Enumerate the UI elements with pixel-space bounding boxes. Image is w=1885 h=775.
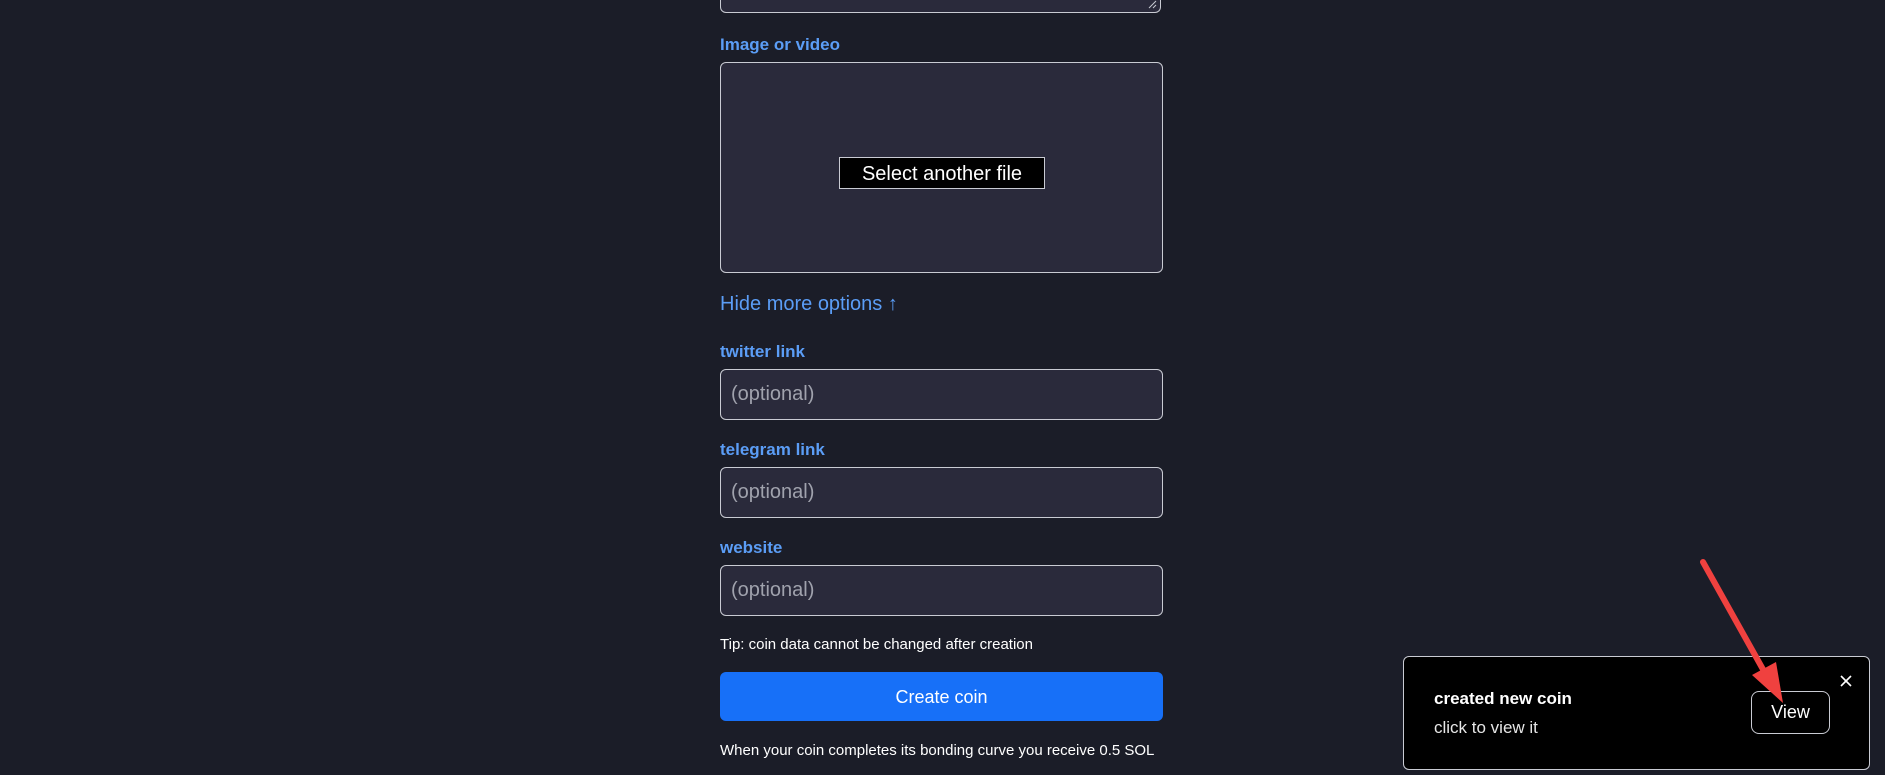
twitter-link-input[interactable] — [720, 369, 1163, 420]
tip-text: Tip: coin data cannot be changed after c… — [720, 636, 1033, 653]
close-icon[interactable] — [1838, 673, 1854, 689]
toast-notification: created new coin click to view it View — [1403, 656, 1870, 770]
select-file-button[interactable]: Select another file — [839, 157, 1045, 189]
description-textarea[interactable] — [720, 0, 1161, 13]
view-button[interactable]: View — [1751, 691, 1830, 734]
media-label: Image or video — [720, 35, 840, 54]
toast-subtitle: click to view it — [1434, 718, 1538, 737]
telegram-link-label: telegram link — [720, 440, 825, 459]
page: Image or video Select another file Hide … — [0, 0, 1885, 775]
website-label: website — [720, 538, 783, 557]
resize-grip-icon[interactable] — [1148, 0, 1157, 9]
toggle-more-options-link[interactable]: Hide more options ↑ — [720, 293, 898, 316]
toast-title: created new coin — [1434, 689, 1572, 708]
bonding-curve-note: When your coin completes its bonding cur… — [720, 742, 1155, 759]
create-coin-button[interactable]: Create coin — [720, 672, 1163, 721]
twitter-link-label: twitter link — [720, 342, 806, 361]
telegram-link-input[interactable] — [720, 467, 1163, 518]
media-upload-area[interactable]: Select another file — [720, 62, 1163, 273]
website-input[interactable] — [720, 565, 1163, 616]
